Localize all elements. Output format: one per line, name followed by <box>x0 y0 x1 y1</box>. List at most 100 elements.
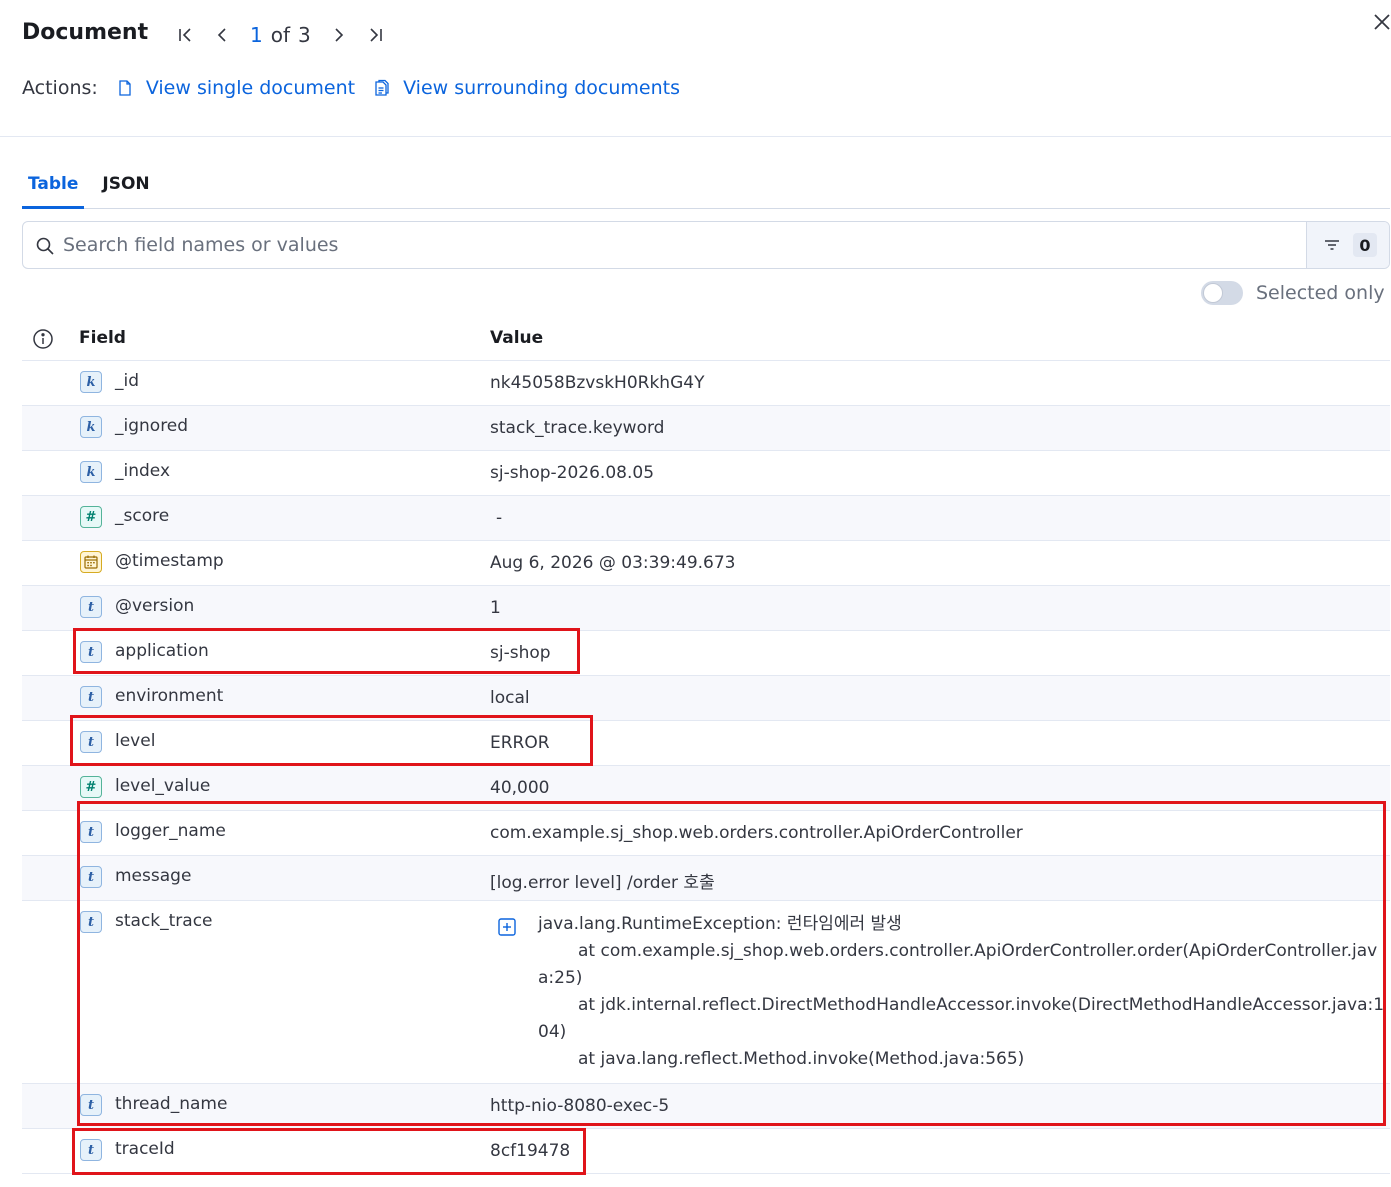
field-value: com.example.sj_shop.web.orders.controlle… <box>490 823 1023 843</box>
field-value: http-nio-8080-exec-5 <box>490 1096 670 1116</box>
stack-trace-line: at com.example.sj_shop.web.orders.contro… <box>538 941 1378 988</box>
view-single-document-link[interactable]: View single document <box>116 77 355 99</box>
flyout-title: Document <box>22 20 149 45</box>
prev-page-button[interactable] <box>208 21 236 49</box>
expand-icon[interactable] <box>497 917 517 937</box>
field-search: 0 <box>22 221 1390 269</box>
table-row: t thread_name http-nio-8080-exec-5 <box>22 1084 1390 1129</box>
field-type-filter-button[interactable]: 0 <box>1306 222 1389 268</box>
double-chevron-left-icon <box>179 28 191 42</box>
keyword-type-icon: k <box>80 416 102 438</box>
field-name: thread_name <box>115 1094 228 1114</box>
field-name: level <box>115 731 156 751</box>
stack-trace-line: at jdk.internal.reflect.DirectMethodHand… <box>538 995 1385 1042</box>
stack-trace-value: java.lang.RuntimeException: 런타임에러 발생 at … <box>538 911 1388 1073</box>
info-icon[interactable] <box>32 328 54 350</box>
field-value: - <box>496 508 503 528</box>
text-type-icon: t <box>80 866 102 888</box>
view-surrounding-documents-label: View surrounding documents <box>403 77 680 99</box>
document-pager: 1 of 3 <box>172 20 389 50</box>
text-type-icon: t <box>80 1094 102 1116</box>
last-page-button[interactable] <box>361 21 389 49</box>
table-row: @timestamp Aug 6, 2026 @ 03:39:49.673 <box>22 541 1390 586</box>
keyword-type-icon: k <box>80 461 102 483</box>
field-value: sj-shop-2026.08.05 <box>490 463 655 483</box>
table-row: t logger_name com.example.sj_shop.web.or… <box>22 811 1390 856</box>
table-row: k _id nk45058BzvskH0RkhG4Y <box>22 361 1390 406</box>
table-row: k _ignored stack_trace.keyword <box>22 406 1390 451</box>
text-type-icon: t <box>80 821 102 843</box>
number-type-icon: # <box>80 776 102 798</box>
pager-current[interactable]: 1 <box>250 23 263 47</box>
tab-json[interactable]: JSON <box>96 162 155 209</box>
keyword-type-icon: k <box>80 371 102 393</box>
chevron-right-icon <box>335 28 343 42</box>
filter-icon <box>1325 240 1339 250</box>
stack-trace-line: java.lang.RuntimeException: 런타임에러 발생 <box>538 914 902 934</box>
field-name: @timestamp <box>115 551 224 571</box>
close-icon[interactable] <box>1370 10 1391 34</box>
table-row: t level ERROR <box>22 721 1390 766</box>
documents-icon <box>375 79 389 96</box>
field-name: stack_trace <box>115 911 213 931</box>
view-tabs: Table JSON <box>22 162 1390 209</box>
column-header-field: Field <box>79 328 126 348</box>
text-type-icon: t <box>80 1139 102 1161</box>
column-header-value: Value <box>490 328 544 348</box>
selected-only-label: Selected only <box>1256 282 1385 304</box>
table-row: k _index sj-shop-2026.08.05 <box>22 451 1390 496</box>
field-value: ERROR <box>490 733 550 753</box>
filter-count-badge: 0 <box>1353 233 1377 257</box>
field-value: 1 <box>490 598 501 618</box>
selected-only-toggle[interactable]: Selected only <box>1201 280 1385 306</box>
view-surrounding-documents-link[interactable]: View surrounding documents <box>373 77 680 99</box>
document-table-body: k _id nk45058BzvskH0RkhG4Y k _ignored st… <box>22 361 1390 1174</box>
field-name: _score <box>115 506 170 526</box>
field-name: environment <box>115 686 224 706</box>
field-name: _index <box>115 461 171 481</box>
selected-only-switch[interactable] <box>1201 281 1243 305</box>
field-value: Aug 6, 2026 @ 03:39:49.673 <box>490 553 736 573</box>
switch-knob <box>1203 283 1223 303</box>
table-row: t traceId 8cf19478 <box>22 1129 1390 1174</box>
table-row: # _score - <box>22 496 1390 541</box>
search-input[interactable] <box>63 222 1323 268</box>
number-type-icon: # <box>80 506 102 528</box>
field-name: application <box>115 641 209 661</box>
table-row: t environment local <box>22 676 1390 721</box>
field-value: 8cf19478 <box>490 1141 571 1161</box>
text-type-icon: t <box>80 686 102 708</box>
field-value: [log.error level] /order 호출 <box>490 873 715 893</box>
field-name: _ignored <box>115 416 189 436</box>
table-row: t stack_trace java.lang.RuntimeException… <box>22 901 1390 1084</box>
table-header: Field Value <box>22 316 1390 361</box>
field-value: stack_trace.keyword <box>490 418 665 438</box>
text-type-icon: t <box>80 596 102 618</box>
table-row: t message [log.error level] /order 호출 <box>22 856 1390 901</box>
field-name: message <box>115 866 192 886</box>
table-row: t @version 1 <box>22 586 1390 631</box>
flyout-header: Document 1 of 3 Actions: View single doc… <box>0 0 1391 137</box>
next-page-button[interactable] <box>325 21 353 49</box>
field-name: logger_name <box>115 821 226 841</box>
text-type-icon: t <box>80 911 102 933</box>
table-row: # level_value 40,000 <box>22 766 1390 811</box>
field-name: traceId <box>115 1139 175 1159</box>
calendar-icon <box>80 551 102 573</box>
pager-total[interactable]: 3 <box>298 23 311 47</box>
field-name: _id <box>115 371 140 391</box>
field-value: 40,000 <box>490 778 550 798</box>
chevron-left-icon <box>217 28 226 42</box>
actions-bar: Actions: View single document View surro… <box>22 74 698 102</box>
stack-trace-line: at java.lang.reflect.Method.invoke(Metho… <box>578 1049 1025 1069</box>
table-row: t application sj-shop <box>22 631 1390 676</box>
search-icon <box>36 237 54 255</box>
field-value: local <box>490 688 530 708</box>
field-value: sj-shop <box>490 643 551 663</box>
actions-label: Actions: <box>22 77 98 99</box>
document-icon <box>119 80 131 96</box>
view-single-document-label: View single document <box>145 77 356 99</box>
first-page-button[interactable] <box>172 21 200 49</box>
double-chevron-right-icon <box>370 28 382 42</box>
tab-table[interactable]: Table <box>22 162 85 209</box>
